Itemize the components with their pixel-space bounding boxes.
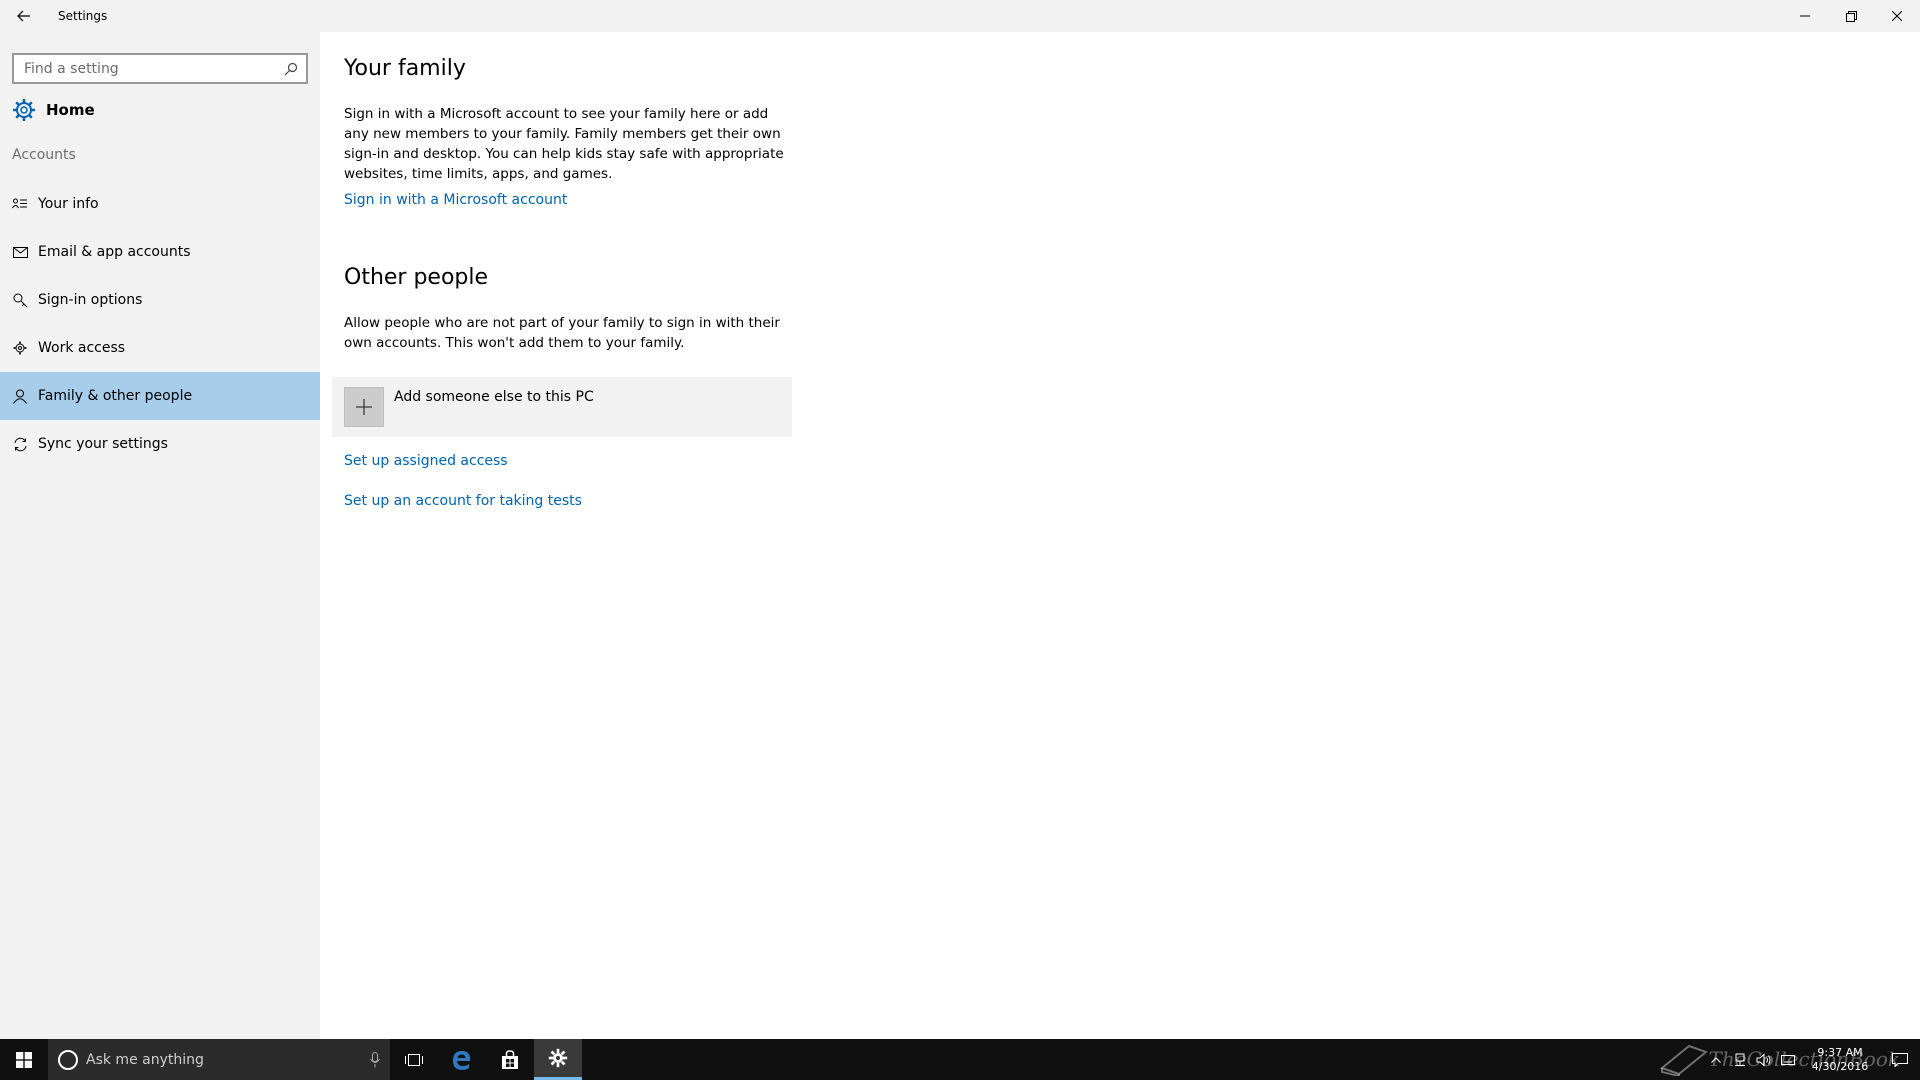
search-box[interactable]: Find a setting bbox=[12, 53, 308, 84]
store-icon bbox=[502, 1049, 518, 1069]
briefcase-gear-icon bbox=[12, 340, 28, 356]
search-input[interactable]: Find a setting bbox=[14, 61, 276, 77]
add-someone-label: Add someone else to this PC bbox=[394, 389, 594, 405]
person-icon bbox=[12, 388, 28, 404]
title-bar: Settings bbox=[0, 0, 1920, 32]
task-view-icon bbox=[405, 1053, 423, 1066]
book-icon bbox=[1659, 1044, 1708, 1076]
restore-button[interactable] bbox=[1828, 0, 1874, 32]
start-button[interactable] bbox=[0, 1039, 48, 1080]
family-description: Sign in with a Microsoft account to see … bbox=[344, 106, 784, 182]
sidebar-item-your-info[interactable]: Your info bbox=[0, 180, 320, 228]
sidebar-nav: Your info Email & app accounts Sign-in o… bbox=[0, 180, 320, 468]
mail-icon bbox=[12, 244, 28, 260]
settings-taskbar-button[interactable] bbox=[534, 1039, 582, 1080]
add-someone-button[interactable]: Add someone else to this PC bbox=[332, 377, 792, 437]
main-content: Your family Sign in with a Microsoft acc… bbox=[320, 32, 1920, 1039]
windows-logo-icon bbox=[16, 1051, 32, 1068]
minimize-button[interactable] bbox=[1782, 0, 1828, 32]
taking-tests-link[interactable]: Set up an account for taking tests bbox=[344, 493, 582, 509]
sync-icon bbox=[12, 436, 28, 452]
restore-icon bbox=[1845, 10, 1857, 22]
minimize-icon bbox=[1800, 15, 1810, 17]
watermark-text: TheCollectionBook bbox=[1708, 1047, 1900, 1071]
edge-icon bbox=[453, 1050, 471, 1070]
assigned-access-link[interactable]: Set up assigned access bbox=[344, 453, 508, 469]
sidebar-item-family-other-people[interactable]: Family & other people bbox=[0, 372, 320, 420]
task-view-button[interactable] bbox=[390, 1039, 438, 1080]
other-people-heading: Other people bbox=[344, 265, 489, 290]
sidebar-item-email-app-accounts[interactable]: Email & app accounts bbox=[0, 228, 320, 276]
window-controls bbox=[1782, 0, 1920, 32]
cortana-input[interactable]: Ask me anything bbox=[86, 1052, 360, 1068]
home-link[interactable]: Home bbox=[12, 94, 95, 126]
home-label: Home bbox=[46, 101, 95, 119]
window-title: Settings bbox=[58, 9, 108, 23]
contact-card-icon bbox=[12, 196, 28, 212]
plus-icon bbox=[344, 387, 384, 427]
sidebar-item-work-access[interactable]: Work access bbox=[0, 324, 320, 372]
key-icon bbox=[12, 292, 28, 308]
sidebar-item-label: Your info bbox=[38, 196, 99, 212]
back-button[interactable] bbox=[0, 0, 48, 32]
gear-icon bbox=[548, 1048, 568, 1068]
watermark: TheCollectionBook bbox=[1659, 1042, 1900, 1076]
sidebar-item-sign-in-options[interactable]: Sign-in options bbox=[0, 276, 320, 324]
section-label: Accounts bbox=[12, 147, 76, 163]
cortana-search-box[interactable]: Ask me anything bbox=[48, 1039, 390, 1080]
cortana-icon bbox=[58, 1049, 78, 1070]
sidebar: Find a setting Home Accounts Your info E… bbox=[0, 32, 320, 1039]
sidebar-item-label: Family & other people bbox=[38, 388, 193, 404]
sidebar-item-label: Sign-in options bbox=[38, 292, 143, 308]
sidebar-item-label: Email & app accounts bbox=[38, 244, 191, 260]
sidebar-item-label: Work access bbox=[38, 340, 126, 356]
search-icon[interactable] bbox=[276, 62, 306, 76]
close-icon bbox=[1892, 11, 1902, 21]
microphone-icon[interactable] bbox=[360, 1051, 390, 1068]
sign-in-microsoft-link[interactable]: Sign in with a Microsoft account bbox=[344, 192, 567, 208]
gear-icon bbox=[13, 99, 35, 121]
sidebar-item-sync-your-settings[interactable]: Sync your settings bbox=[0, 420, 320, 468]
taskbar: Ask me anything TheCollectionBook 9:37 A… bbox=[0, 1039, 1920, 1080]
sidebar-item-label: Sync your settings bbox=[38, 436, 168, 452]
close-button[interactable] bbox=[1874, 0, 1920, 32]
edge-button[interactable] bbox=[438, 1039, 486, 1080]
family-heading: Your family bbox=[344, 56, 466, 81]
back-arrow-icon bbox=[17, 10, 30, 22]
other-people-description: Allow people who are not part of your fa… bbox=[344, 315, 780, 351]
store-button[interactable] bbox=[486, 1039, 534, 1080]
system-tray: TheCollectionBook 9:37 AM 4/30/2016 bbox=[1659, 1039, 1920, 1080]
